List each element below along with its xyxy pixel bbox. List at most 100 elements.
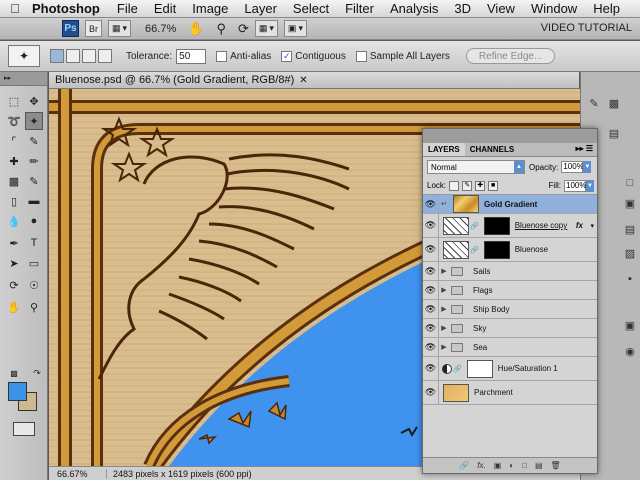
anti-alias-checkbox[interactable]: Anti-alias [216,50,271,62]
foreground-color-swatch-front[interactable] [8,382,27,401]
pen-tool-icon[interactable]: ✒ [5,234,23,252]
layer-thumbnail[interactable] [443,216,469,235]
layer-mask-thumbnail[interactable] [483,216,510,235]
dodge-tool-icon[interactable]: ● [25,212,43,230]
layer-thumbnail[interactable] [443,383,469,402]
disclosure-triangle-icon[interactable]: ▶ [439,324,449,332]
menu-edit[interactable]: Edit [146,1,184,16]
sample-all-layers-checkbox[interactable]: Sample All Layers [355,50,450,62]
shape-tool-icon[interactable]: ▭ [25,254,43,272]
layer-name[interactable]: Bluenose [515,245,548,254]
menu-app-name[interactable]: Photoshop [30,1,109,16]
tab-channels[interactable]: CHANNELS [465,143,519,156]
layer-hue-saturation[interactable]: 👁 🔗 Hue/Saturation 1 [423,357,597,381]
layer-name[interactable]: Sea [473,343,487,352]
apple-icon[interactable]:  [0,1,30,16]
default-colors-icon[interactable]: ▩ [5,364,23,382]
screen-mode-button[interactable]: ▣ ▾ [283,20,307,37]
opacity-slider-button[interactable]: ▼ [583,161,592,173]
clone-stamp-tool-icon[interactable]: ▩ [5,172,23,190]
eraser-tool-icon[interactable]: ▯ [5,192,23,210]
layer-name[interactable]: Ship Body [473,305,509,314]
menu-3d[interactable]: 3D [446,1,479,16]
hand-tool-icon[interactable]: ✋ [5,298,23,316]
layer-bluenose-copy[interactable]: 👁 🔗 Bluenose copy fx ▾ [423,214,597,238]
arrange-documents-button[interactable]: ▦ ▾ [254,20,278,37]
add-to-selection-button[interactable] [66,49,80,63]
menu-window[interactable]: Window [523,1,585,16]
close-icon[interactable]: ✕ [299,75,307,86]
new-selection-button[interactable] [50,49,64,63]
menu-filter[interactable]: Filter [337,1,382,16]
tool-icon-dock[interactable]: ✎ [585,94,603,112]
link-icon[interactable]: 🔗 [453,365,462,373]
layer-mask-thumbnail[interactable] [466,359,493,378]
layer-name[interactable]: Bluenose copy [515,221,567,230]
eye-icon[interactable]: 👁 [423,357,439,380]
adjustment-layer-icon[interactable]: ◐ [509,461,514,470]
menu-analysis[interactable]: Analysis [382,1,446,16]
link-icon[interactable]: 🔗 [470,246,479,254]
link-icon[interactable]: 🔗 [470,222,479,230]
eye-icon[interactable]: 👁 [423,300,439,318]
contiguous-checkbox-box[interactable]: ✓ [281,50,293,62]
layer-name[interactable]: Parchment [474,388,513,397]
path-selection-tool-icon[interactable]: ➤ [5,254,23,272]
workspace-switcher[interactable]: VIDEO TUTORIAL [541,22,632,34]
sample-all-layers-checkbox-box[interactable] [355,50,367,62]
layer-name[interactable]: Flags [473,286,493,295]
rotate-view-icon[interactable]: ⟳ [238,21,249,37]
layer-parchment[interactable]: 👁 Parchment [423,381,597,405]
blend-mode-select[interactable]: Normal ▲ [427,160,525,174]
swap-colors-icon[interactable]: ↷ [28,364,46,382]
lock-all-icon[interactable]: ■ [488,180,499,191]
subtract-from-selection-button[interactable] [82,49,96,63]
zoom-tool-icon[interactable]: ⚲ [25,298,43,316]
layer-group-sea[interactable]: 👁 ▶ Sea [423,338,597,357]
layer-mask-thumbnail[interactable] [483,240,510,259]
eye-icon[interactable]: 👁 [423,238,439,261]
chevron-down-icon[interactable]: ▾ [590,222,594,230]
layer-thumbnail[interactable] [443,240,469,259]
disclosure-triangle-icon[interactable]: ▶ [439,343,449,351]
disclosure-triangle-icon[interactable]: ▶ [439,305,449,313]
3d-rotate-tool-icon[interactable]: ⟳ [5,276,23,294]
layer-thumbnail[interactable] [453,195,479,213]
clone-source-panel-icon[interactable]: ▣ [621,194,639,212]
menu-view[interactable]: View [479,1,523,16]
menu-file[interactable]: File [109,1,146,16]
lasso-tool-icon[interactable]: ➰ [5,112,23,130]
crop-tool-icon[interactable]: ⌜ [5,132,23,150]
lock-image-icon[interactable]: ✎ [462,180,473,191]
zoom-tool-icon[interactable]: ⚲ [216,21,226,37]
bridge-button[interactable]: Br [85,20,102,37]
brushes-panel-icon[interactable]: □ [621,174,639,192]
eye-icon[interactable]: 👁 [423,319,439,337]
layer-group-sky[interactable]: 👁 ▶ Sky [423,319,597,338]
blur-tool-icon[interactable]: 💧 [5,212,23,230]
contiguous-checkbox[interactable]: ✓ Contiguous [281,50,346,62]
anti-alias-checkbox-box[interactable] [216,50,228,62]
link-layers-icon[interactable]: 🔗 [459,461,469,470]
tool-preset-picker[interactable]: ✦ [8,45,40,67]
intersect-selection-button[interactable] [98,49,112,63]
adjustment-layer-icon[interactable] [442,363,452,374]
eye-icon[interactable]: 👁 [423,262,439,280]
lock-position-icon[interactable]: ✚ [475,180,486,191]
layer-bluenose[interactable]: 👁 🔗 Bluenose [423,238,597,262]
disclosure-triangle-icon[interactable]: ▶ [439,286,449,294]
layer-name[interactable]: Sails [473,267,490,276]
eye-icon[interactable]: 👁 [423,214,439,237]
gradient-tool-icon[interactable]: ▬ [25,192,43,210]
eye-icon[interactable]: 👁 [423,381,439,404]
panel-icon-dock[interactable]: ▩ [605,94,623,112]
eye-icon[interactable]: 👁 [423,195,439,213]
new-group-icon[interactable]: □ [522,461,527,470]
magic-wand-tool-icon[interactable]: ✦ [25,112,43,130]
fx-icon[interactable]: fx. [477,461,485,470]
move-tool-icon[interactable]: ✥ [25,92,43,110]
layer-gold-gradient[interactable]: 👁 ↵ Gold Gradient [423,195,597,214]
channels-panel-icon[interactable]: ◉ [621,342,639,360]
tools-panel-header[interactable]: ▸▸ [0,72,47,86]
marquee-tool-icon[interactable]: ⬚ [5,92,23,110]
